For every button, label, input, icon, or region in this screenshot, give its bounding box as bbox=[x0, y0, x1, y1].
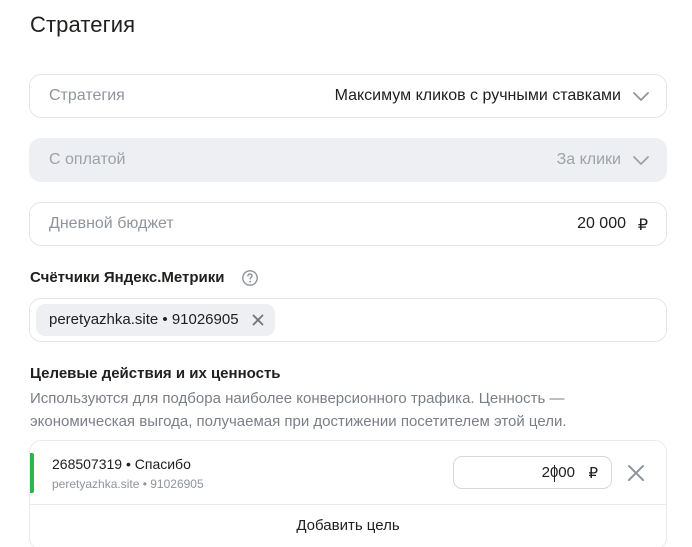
goals-card: 268507319 • Спасибо peretyazhka.site • 9… bbox=[29, 440, 667, 547]
close-icon[interactable] bbox=[627, 464, 645, 482]
payment-label: С оплатой bbox=[49, 151, 126, 168]
daily-budget-field[interactable]: Дневной бюджет 20 000 ₽ bbox=[29, 202, 667, 246]
metrika-counters-label: Счётчики Яндекс.Метрики bbox=[30, 269, 225, 286]
payment-select[interactable]: С оплатой За клики bbox=[29, 138, 667, 182]
daily-budget-value[interactable]: 20 000 bbox=[577, 215, 626, 233]
close-icon[interactable] bbox=[251, 313, 265, 327]
goal-name: 268507319 • Спасибо bbox=[52, 456, 191, 472]
counter-chip[interactable]: peretyazhka.site • 91026905 bbox=[36, 304, 275, 336]
strategy-select[interactable]: Стратегия Максимум кликов с ручными став… bbox=[29, 74, 667, 118]
add-goal-button[interactable]: Добавить цель bbox=[30, 505, 666, 547]
goals-description: Используются для подбора наиболее конвер… bbox=[30, 390, 567, 430]
goal-value-input[interactable]: 2000 ₽ bbox=[453, 456, 612, 489]
chevron-down-icon bbox=[633, 92, 649, 101]
daily-budget-label: Дневной бюджет bbox=[49, 215, 174, 232]
text-caret bbox=[554, 465, 555, 482]
page-title: Стратегия bbox=[30, 12, 136, 37]
strategy-value: Максимум кликов с ручными ставками bbox=[334, 87, 621, 104]
goals-section-label: Целевые действия и их ценность bbox=[30, 365, 281, 382]
payment-value: За клики bbox=[556, 151, 621, 168]
strategy-label: Стратегия bbox=[49, 87, 125, 104]
question-circle-icon[interactable] bbox=[241, 269, 259, 287]
currency-symbol: ₽ bbox=[637, 217, 648, 234]
currency-symbol: ₽ bbox=[588, 465, 598, 482]
goal-status-bar bbox=[30, 453, 34, 493]
counter-chip-label: peretyazhka.site • 91026905 bbox=[49, 311, 239, 328]
chevron-down-icon bbox=[633, 156, 649, 165]
metrika-counters-input[interactable]: peretyazhka.site • 91026905 bbox=[29, 298, 667, 342]
goal-source: peretyazhka.site • 91026905 bbox=[52, 477, 204, 491]
goal-value: 2000 bbox=[541, 464, 575, 481]
